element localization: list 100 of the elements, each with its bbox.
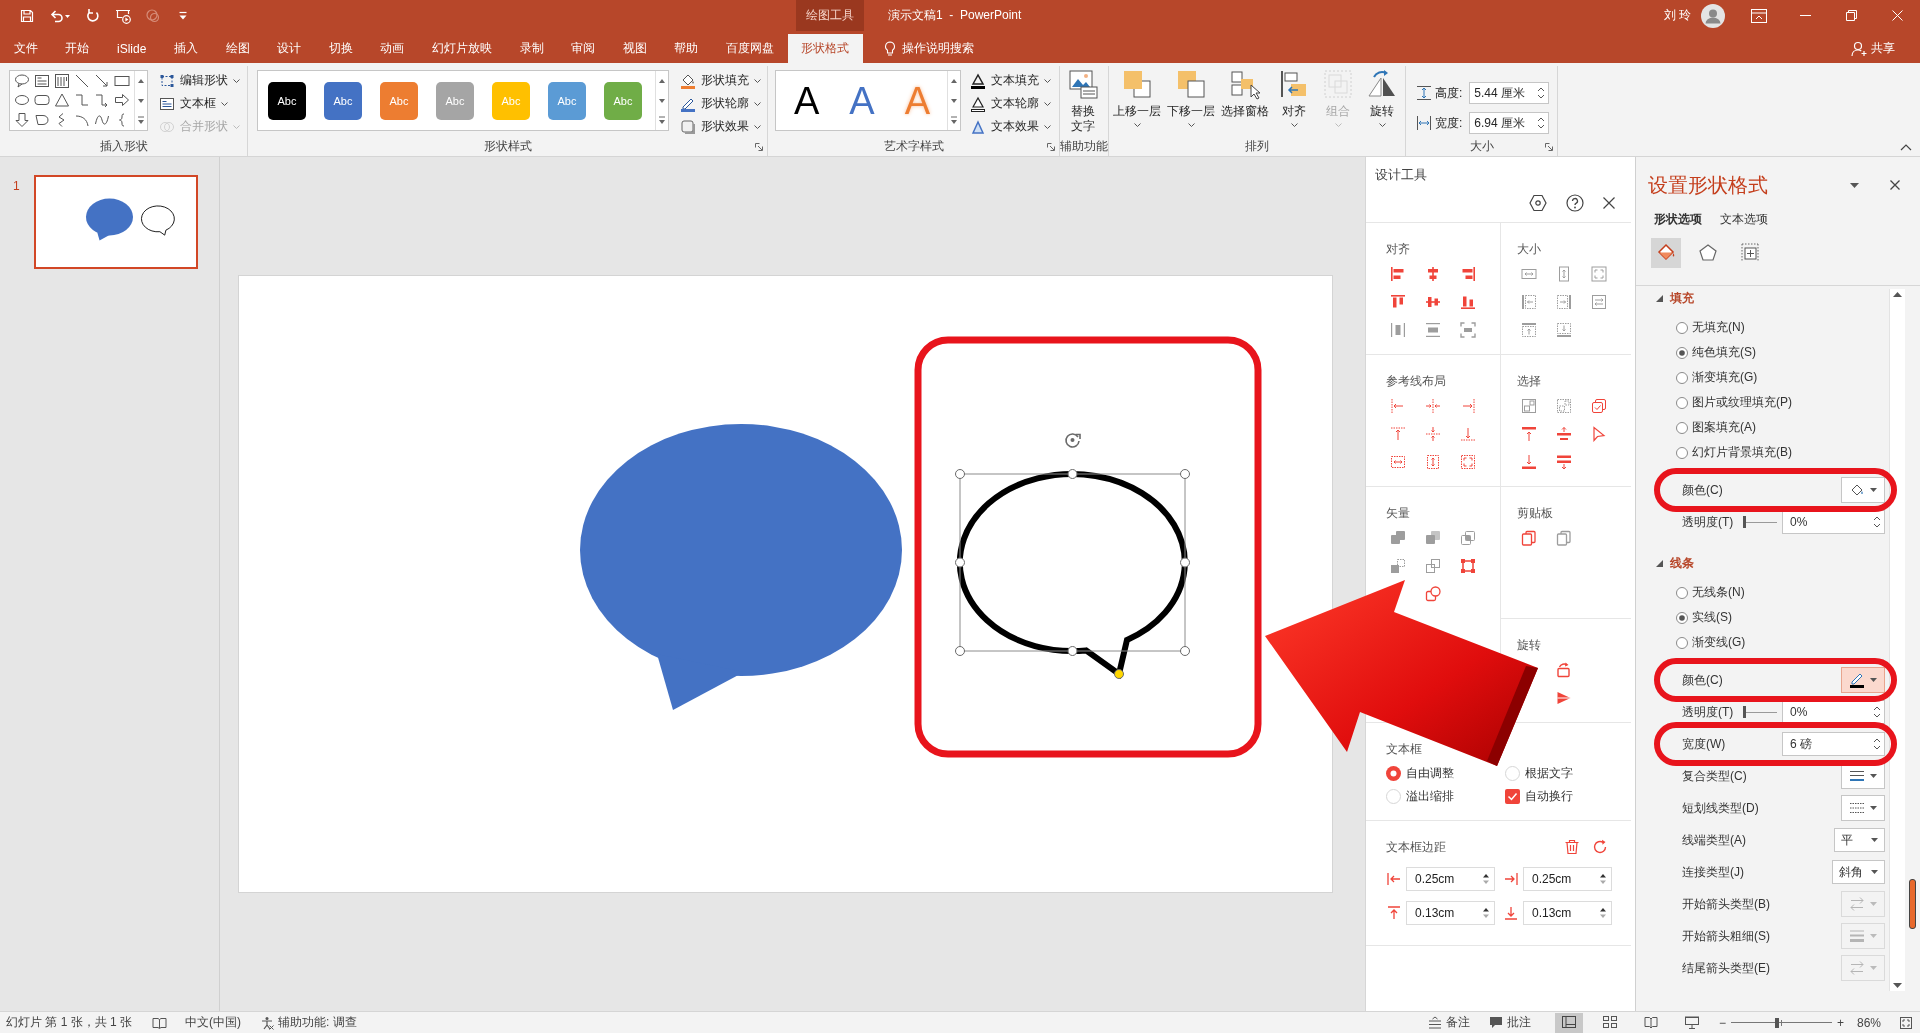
trash-icon[interactable] (1564, 839, 1580, 855)
settings-icon[interactable] (1529, 194, 1547, 212)
spinner-icon[interactable] (1482, 872, 1490, 886)
spinner-icon[interactable] (1873, 705, 1881, 719)
spinner-icon[interactable] (1873, 515, 1881, 529)
ribbon-tab[interactable]: 百度网盘 (712, 34, 788, 63)
align-bottom-icon[interactable] (1459, 294, 1476, 310)
user-name[interactable]: 刘 玲 (1663, 7, 1691, 24)
edit-points-icon[interactable] (1459, 558, 1476, 574)
down-arrow-icon[interactable] (14, 112, 30, 128)
width-field[interactable]: 6.94 厘米 (1469, 112, 1550, 134)
line-color-button[interactable] (1841, 667, 1885, 693)
resize-handle[interactable] (1180, 557, 1190, 568)
bring-forward-button[interactable]: 上移一层 (1111, 66, 1163, 127)
checkbox-option[interactable]: 自动换行 (1505, 788, 1573, 805)
close-icon[interactable] (1890, 180, 1900, 190)
scroll-down-icon[interactable] (1893, 981, 1902, 991)
spinner-icon[interactable] (1537, 86, 1546, 100)
resize-handle[interactable] (1067, 646, 1078, 656)
zoom-in-button[interactable]: + (1836, 1015, 1844, 1030)
wordart-preset[interactable]: A (794, 81, 820, 120)
radio-option[interactable]: 实线(S) (1676, 605, 1732, 630)
minimize-icon[interactable] (1799, 15, 1811, 16)
elbow-arrow-icon[interactable] (94, 92, 110, 109)
zoom-level[interactable]: 86% (1856, 1015, 1881, 1030)
flip-horizontal-icon[interactable] (1555, 690, 1572, 706)
rotate-right-icon[interactable] (1555, 662, 1572, 678)
radio-option[interactable]: 渐变线(G) (1676, 630, 1746, 655)
ribbon-display-icon[interactable] (1751, 8, 1767, 23)
number-field[interactable]: 6 磅 (1782, 732, 1885, 756)
curve-icon[interactable] (94, 112, 110, 128)
ribbon-tab[interactable]: iSlide (103, 34, 161, 63)
slider-thumb[interactable] (1743, 516, 1746, 528)
number-field[interactable]: 0% (1782, 510, 1885, 534)
radio-option[interactable]: 纯色填充(S) (1676, 340, 1756, 365)
join-icon[interactable] (1424, 586, 1441, 602)
book-icon[interactable] (152, 1015, 168, 1030)
adjust-handle[interactable] (1114, 669, 1124, 679)
fill-line-tab[interactable] (1651, 238, 1681, 268)
align-left-icon[interactable] (1389, 266, 1406, 282)
ribbon-tab[interactable]: 视图 (608, 34, 661, 63)
ribbon-tab[interactable]: 幻灯片放映 (418, 34, 506, 63)
speech-bubble-icon[interactable] (14, 72, 30, 89)
text-box-icon[interactable] (34, 72, 50, 89)
resize-handle[interactable] (955, 469, 965, 479)
ribbon-tab[interactable]: 绘图 (211, 34, 264, 63)
dash-type-button[interactable] (1841, 795, 1885, 821)
select-spread-icon[interactable] (1555, 454, 1572, 470)
height-field[interactable]: 5.44 厘米 (1469, 82, 1550, 104)
presentation-icon[interactable] (115, 7, 131, 24)
text-box-button[interactable]: 文本框 (156, 92, 243, 115)
align-middle-icon[interactable] (1424, 294, 1441, 310)
resize-handle[interactable] (1180, 469, 1190, 479)
scroll-thumb[interactable] (1909, 879, 1916, 929)
language-indicator[interactable]: 中文(中国) (185, 1014, 242, 1031)
spinner-icon[interactable] (1537, 116, 1546, 130)
normal-view-button[interactable] (1554, 1012, 1583, 1033)
spinner-icon[interactable] (1599, 872, 1607, 886)
pane-tab[interactable]: 文本选项 (1720, 210, 1768, 228)
shape-outline-button[interactable]: 形状轮廓 (677, 92, 764, 115)
ribbon-tab[interactable]: 审阅 (557, 34, 609, 63)
ribbon-tab[interactable]: 插入 (160, 34, 212, 63)
resize-handle[interactable] (955, 557, 965, 568)
fit-to-window-icon[interactable] (1899, 1015, 1913, 1030)
ribbon-tab[interactable]: 开始 (51, 34, 104, 63)
text-effects-button[interactable]: 文本效果 (967, 115, 1055, 138)
dropdown-field[interactable]: 平 (1834, 828, 1885, 852)
radio-option[interactable]: 幻灯片背景填充(B) (1676, 440, 1792, 465)
select-pointer-icon[interactable] (1590, 426, 1607, 442)
dialog-launcher-icon[interactable] (755, 142, 763, 151)
edit-shape-button[interactable]: 编辑形状 (156, 69, 243, 92)
selection-pane-button[interactable]: 选择窗格 (1219, 66, 1271, 123)
arrow-line-icon[interactable] (94, 72, 110, 89)
share-button[interactable]: 共享 (1851, 34, 1895, 63)
ribbon-tab[interactable]: 录制 (505, 34, 558, 63)
margin-field[interactable]: 0.25cm (1523, 867, 1612, 891)
dropdown-field[interactable]: 斜角 (1832, 860, 1885, 884)
triangle-icon[interactable] (54, 92, 70, 109)
vertical-text-icon[interactable] (54, 72, 70, 89)
redo-icon[interactable] (85, 7, 101, 24)
radio-option[interactable]: 无填充(N) (1676, 315, 1745, 340)
reset-icon[interactable] (1592, 839, 1608, 855)
shape-effects-button[interactable]: 形状效果 (677, 115, 764, 138)
select-bottom-icon[interactable] (1520, 454, 1537, 470)
copy-icon[interactable] (1520, 530, 1537, 546)
guide-size-icon[interactable] (1459, 454, 1476, 470)
text-fill-button[interactable]: 文本填充 (967, 69, 1055, 92)
radio-option[interactable]: 图案填充(A) (1676, 415, 1756, 440)
shape-fill-button[interactable]: 形状填充 (677, 69, 764, 92)
spinner-icon[interactable] (1599, 906, 1607, 920)
section-header[interactable]: 填充 (1655, 286, 1694, 310)
freeform-shape-icon[interactable] (34, 112, 50, 128)
radio-option[interactable]: 自由调整 (1386, 765, 1454, 782)
help-icon[interactable] (1566, 194, 1584, 212)
resize-handle[interactable] (1067, 469, 1078, 479)
section-header[interactable]: 线条 (1655, 551, 1694, 575)
resize-handle[interactable] (955, 646, 965, 656)
pane-options-icon[interactable] (1850, 182, 1859, 188)
dialog-launcher-icon[interactable] (1047, 142, 1055, 151)
avatar-icon[interactable] (1701, 3, 1725, 28)
